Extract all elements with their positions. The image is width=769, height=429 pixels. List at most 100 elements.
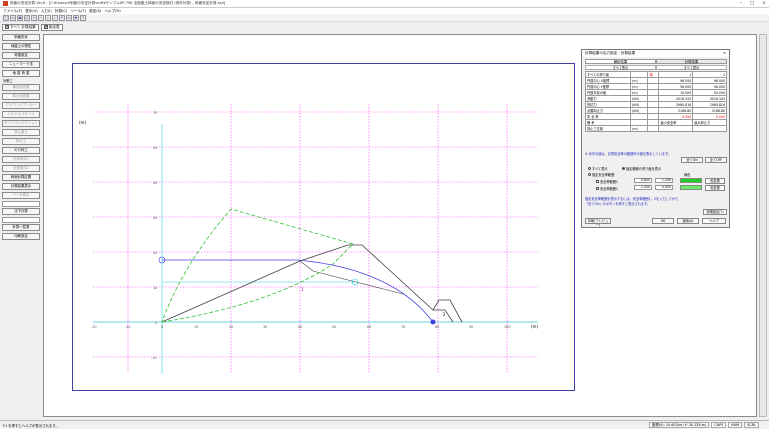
sand-compaction-button[interactable]: サンドコンパクション	[2, 120, 40, 127]
menu-calc[interactable]: 計算(C)	[55, 9, 68, 14]
undo-icon[interactable]: ↶	[59, 14, 65, 21]
range1-label: 安全率範囲1	[600, 180, 618, 184]
geotextile-button[interactable]: ジオテキスタイル	[2, 111, 40, 118]
row-col2	[692, 125, 727, 132]
seismic-load-button[interactable]: 地 震 荷 重	[2, 70, 40, 77]
option-show-all[interactable]: すべて表示	[588, 166, 608, 171]
counterweight-fill-button[interactable]: 押え盛土	[2, 129, 40, 136]
detail-settings-button[interactable]: 詳細設定(T)	[703, 209, 727, 215]
help-icon[interactable]: ?	[80, 14, 86, 21]
minimize-button[interactable]: –	[740, 1, 742, 6]
range2-label: 安全率範囲2	[600, 187, 618, 191]
ok-button[interactable]: OK	[652, 218, 674, 224]
subtab-show-all-1[interactable]: すべて表示	[585, 65, 656, 70]
range2-row[interactable]: 安全率範囲2	[596, 186, 618, 191]
tab-settings-table[interactable]: ✔ 設定表	[40, 23, 63, 31]
radio-icon[interactable]	[622, 167, 625, 170]
menu-settings[interactable]: 設定(S)	[89, 9, 101, 14]
print-settings-button[interactable]: 印刷設定	[2, 233, 40, 240]
subtab-show-all-2[interactable]: すべて表示	[656, 65, 727, 70]
zoom-out-icon[interactable]: −	[38, 14, 44, 21]
checkbox-icon[interactable]	[596, 180, 599, 183]
calc-list-button[interactable]: 計算一覧表	[2, 224, 40, 231]
range1-from-input[interactable]: 0.800	[634, 178, 652, 183]
close-button[interactable]: ×	[762, 1, 766, 6]
tab-analysis-result[interactable]: 解析結果	[585, 59, 656, 64]
data-display-button[interactable]: データ表示	[2, 192, 40, 199]
range1-color-button[interactable]: 色変更	[705, 178, 725, 184]
range2-from-input[interactable]: 1.200	[634, 185, 652, 190]
menu-view[interactable]: 表示(V)	[25, 9, 37, 14]
pile-button[interactable]: 抑止杭設置	[2, 93, 40, 100]
x-tick: 90	[469, 325, 473, 329]
drainage-button[interactable]: 排水工	[2, 138, 40, 145]
slope-plot[interactable]: (m) (m) 1 2 -20 -10 0 10 20 30 40 50 60 …	[72, 63, 575, 391]
status-scrl: SCRL	[744, 422, 759, 428]
slope-frame-button[interactable]: のり枠工	[2, 147, 40, 154]
status-cells: 座標(X): 10.603(m) Y: 30.135(m) CAPS NUM S…	[648, 422, 759, 428]
crosshair-icon[interactable]: ✚	[73, 14, 79, 21]
search-icon-2[interactable]: ⌕	[52, 14, 58, 21]
reinforcement-button[interactable]: 補強材設置	[2, 84, 40, 91]
all-off-button[interactable]: 全てOFF	[705, 157, 727, 163]
all-on-button[interactable]: 全てON	[681, 157, 703, 163]
menu-tools[interactable]: ツール(T)	[70, 9, 86, 14]
result-display-button[interactable]: 計算結果表示	[2, 183, 40, 190]
row-label: 抑止工位置	[584, 125, 632, 132]
check-icon[interactable]: ✔	[43, 25, 48, 29]
load-settings-button[interactable]: 荷重設定	[2, 52, 40, 59]
ground-anchor-button[interactable]: グラウンドアンカー	[2, 102, 40, 109]
sidebar-field-1[interactable]	[2, 201, 40, 207]
search-icon[interactable]: ⌕	[45, 14, 51, 21]
soil-properties-button[interactable]: 地盤土の物性	[2, 43, 40, 50]
menu-file[interactable]: ファイル(F)	[3, 9, 22, 14]
x-tick: 70	[401, 325, 405, 329]
bench-profile-line	[432, 299, 463, 323]
menu-input[interactable]: 入力(I)	[41, 9, 52, 14]
range2-color-button[interactable]: 色変更	[705, 185, 725, 191]
window-title: 斜面の安定計算 Ver.6 - [C:¥Usersr¥斜面の安定計算ver6¥サ…	[10, 1, 226, 5]
sidebar-field-2[interactable]	[2, 217, 40, 223]
option-label: 指定安全率範囲	[592, 173, 615, 177]
zoom-in-icon[interactable]: +	[31, 14, 37, 21]
print-icon[interactable]: ⎙	[24, 14, 30, 21]
settlement-calc-button[interactable]: 沈下計算	[2, 208, 40, 215]
help-button[interactable]: ヘルプ	[702, 218, 726, 224]
y-tick: 20	[153, 251, 157, 255]
new-file-icon[interactable]: □	[3, 14, 9, 21]
window-controls: – □ ×	[740, 1, 766, 6]
print-preview-button[interactable]: 印刷(プレビュー)	[585, 218, 611, 227]
window-icon[interactable]: ▭	[66, 14, 72, 21]
status-bar: F1 を押すとヘルプが表示されます。 座標(X): 10.603(m) Y: 3…	[0, 420, 769, 429]
calc-condition-1-button[interactable]: 計算条件1	[2, 156, 40, 163]
open-file-icon[interactable]: ▭	[10, 14, 16, 21]
slope-section-button[interactable]: 斜面計算区間	[2, 174, 40, 181]
range1-row[interactable]: 安全率範囲1	[596, 179, 618, 184]
maximize-button[interactable]: □	[750, 1, 754, 6]
range1-to-input[interactable]: 1.200	[655, 178, 673, 183]
tab-all-results[interactable]: ✔ すべて 計算結果	[2, 23, 39, 31]
apply-button[interactable]: 適用(A)	[677, 218, 699, 224]
option-safety-range[interactable]: 指定安全率範囲	[588, 172, 614, 177]
range1-color-swatch	[680, 178, 702, 183]
check-icon[interactable]: ✔	[5, 25, 9, 29]
y-tick: 40	[153, 181, 157, 185]
tab-calc-result[interactable]: 計算結果	[656, 59, 727, 64]
radio-icon[interactable]	[588, 173, 591, 176]
save-icon[interactable]: ▣	[17, 14, 23, 21]
option-label: 指定範囲の滑り面を表示	[626, 167, 662, 171]
newmark-button[interactable]: ニューマーク法	[2, 61, 40, 68]
dialog-close-icon[interactable]: ×	[723, 50, 726, 57]
menu-help[interactable]: ヘルプ(H)	[104, 9, 120, 14]
range2-to-input[interactable]: 0.000	[655, 185, 673, 190]
checkbox-icon[interactable]	[596, 187, 599, 190]
vertical-scrollbar[interactable]	[759, 34, 767, 417]
radio-icon[interactable]	[588, 167, 591, 170]
slope-shape-button[interactable]: 斜面形状	[2, 34, 40, 41]
color-label-text: 線色	[684, 173, 691, 177]
option-show-range[interactable]: 指定範囲の滑り面を表示	[622, 166, 661, 171]
x-tick: 30	[263, 325, 267, 329]
option-label: すべて表示	[592, 167, 608, 171]
dialog-title: 計算結果の出力設定 : 計算結果	[585, 51, 636, 55]
calc-condition-2-button[interactable]: 計算条件2	[2, 165, 40, 172]
